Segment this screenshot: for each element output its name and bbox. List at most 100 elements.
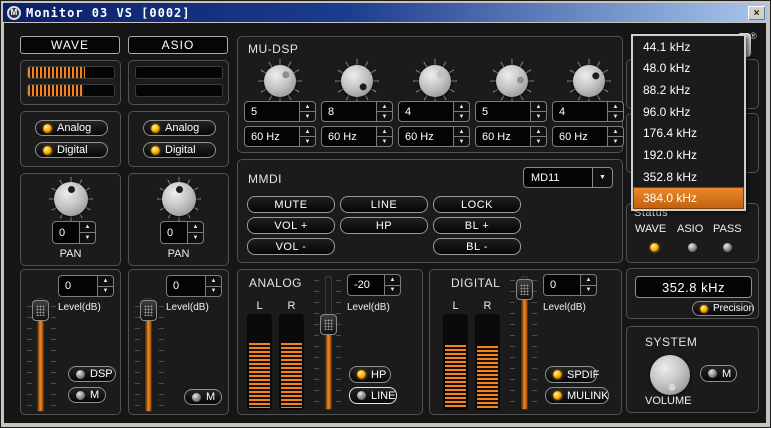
spin-up-button[interactable]: ▲ <box>376 126 393 136</box>
spin-down-button[interactable]: ▼ <box>79 232 96 244</box>
dropdown-arrow-icon[interactable]: ▼ <box>592 167 613 188</box>
mudsp-knob-3[interactable] <box>413 59 457 103</box>
spin-up-button[interactable]: ▲ <box>299 126 316 136</box>
mmdi-panel: MMDI MD11 ▼ MUTE LINE LOCK VOL + HP BL +… <box>237 159 623 263</box>
mmdi-line-button[interactable]: LINE <box>340 196 428 213</box>
mudsp-freq-value-5[interactable]: 60 Hz <box>552 126 607 147</box>
analog-level-value[interactable]: -20 <box>347 274 384 296</box>
spin-up-button[interactable]: ▲ <box>580 274 597 285</box>
mmdi-vol-minus-button[interactable]: VOL - <box>247 238 335 255</box>
samplerate-option[interactable]: 44.1 kHz <box>633 36 744 58</box>
digital-mulink-button[interactable]: MULINK <box>545 387 609 404</box>
asio-mute-label: M <box>206 391 215 403</box>
spin-down-button[interactable]: ▼ <box>530 136 547 147</box>
spin-up-button[interactable]: ▲ <box>299 101 316 111</box>
mmdi-hp-button[interactable]: HP <box>340 217 428 234</box>
asio-level-slider-handle[interactable] <box>140 300 157 321</box>
analog-line-button[interactable]: LINE <box>349 387 397 404</box>
wave-pan-value[interactable]: 0 <box>52 221 79 244</box>
up-arrow-icon: ▲ <box>382 129 388 135</box>
digital-level-value[interactable]: 0 <box>543 274 580 296</box>
mudsp-freq-value-4[interactable]: 60 Hz <box>475 126 530 147</box>
mmdi-mute-button[interactable]: MUTE <box>247 196 335 213</box>
analog-level-slider-handle[interactable] <box>320 314 337 335</box>
mudsp-freq-value-2[interactable]: 60 Hz <box>321 126 376 147</box>
spin-up-button[interactable]: ▲ <box>607 126 624 136</box>
mmdi-bl-minus-button[interactable]: BL - <box>433 238 521 255</box>
wave-level-slider-handle[interactable] <box>32 300 49 321</box>
wave-level-value[interactable]: 0 <box>58 275 97 297</box>
analog-hp-button[interactable]: HP <box>349 366 391 383</box>
close-button[interactable]: × <box>748 6 765 20</box>
mudsp-knob-5[interactable] <box>567 59 611 103</box>
mudsp-freq-value-1[interactable]: 60 Hz <box>244 126 299 147</box>
digital-level-slider-handle[interactable] <box>516 279 533 300</box>
spin-up-button[interactable]: ▲ <box>530 126 547 136</box>
samplerate-option[interactable]: 384.0 kHz <box>633 187 744 209</box>
asio-pan-knob[interactable] <box>157 177 201 221</box>
mmdi-device-value: MD11 <box>523 167 592 188</box>
spin-down-button[interactable]: ▼ <box>299 111 316 122</box>
asio-digital-button[interactable]: Digital <box>143 142 216 158</box>
spin-up-button[interactable]: ▲ <box>97 275 114 286</box>
wave-source-button[interactable]: WAVE <box>20 36 120 54</box>
mudsp-gain-value-5[interactable]: 4 <box>552 101 607 122</box>
mudsp-gain-spinner-3: 4 ▲▼ <box>398 101 470 122</box>
spin-down-button[interactable]: ▼ <box>376 136 393 147</box>
spin-up-button[interactable]: ▲ <box>376 101 393 111</box>
mudsp-knob-2[interactable] <box>335 59 379 103</box>
mudsp-gain-value-4[interactable]: 5 <box>475 101 530 122</box>
wave-dsp-button[interactable]: DSP <box>68 366 116 382</box>
spin-down-button[interactable]: ▼ <box>187 232 204 244</box>
samplerate-option[interactable]: 352.8 kHz <box>633 166 744 188</box>
spin-up-button[interactable]: ▲ <box>384 274 401 285</box>
mudsp-gain-value-2[interactable]: 8 <box>321 101 376 122</box>
spin-down-button[interactable]: ▼ <box>453 111 470 122</box>
asio-level-value[interactable]: 0 <box>166 275 205 297</box>
mmdi-bl-plus-button[interactable]: BL + <box>433 217 521 234</box>
spin-down-button[interactable]: ▼ <box>376 111 393 122</box>
spin-up-button[interactable]: ▲ <box>453 126 470 136</box>
samplerate-option[interactable]: 192.0 kHz <box>633 144 744 166</box>
spin-up-button[interactable]: ▲ <box>187 221 204 232</box>
samplerate-option[interactable]: 96.0 kHz <box>633 101 744 123</box>
samplerate-option[interactable]: 176.4 kHz <box>633 123 744 145</box>
asio-source-button[interactable]: ASIO <box>128 36 228 54</box>
mmdi-device-combobox[interactable]: MD11 ▼ <box>523 167 613 188</box>
spin-down-button[interactable]: ▼ <box>97 286 114 298</box>
precision-button[interactable]: Precision <box>692 301 754 316</box>
spin-up-button[interactable]: ▲ <box>79 221 96 232</box>
asio-analog-button[interactable]: Analog <box>143 120 216 136</box>
spin-up-button[interactable]: ▲ <box>530 101 547 111</box>
samplerate-option[interactable]: 48.0 kHz <box>633 58 744 80</box>
mudsp-knob-4[interactable] <box>490 59 534 103</box>
spin-down-button[interactable]: ▼ <box>607 111 624 122</box>
samplerate-option[interactable]: 88.2 kHz <box>633 79 744 101</box>
mudsp-freq-value-3[interactable]: 60 Hz <box>398 126 453 147</box>
spin-down-button[interactable]: ▼ <box>607 136 624 147</box>
system-volume-knob[interactable] <box>650 355 690 395</box>
mmdi-lock-button[interactable]: LOCK <box>433 196 521 213</box>
spin-down-button[interactable]: ▼ <box>299 136 316 147</box>
spin-up-button[interactable]: ▲ <box>205 275 222 286</box>
asio-pan-value[interactable]: 0 <box>160 221 187 244</box>
mudsp-knob-1[interactable] <box>258 59 302 103</box>
asio-mute-button[interactable]: M <box>184 389 222 405</box>
mudsp-gain-value-3[interactable]: 4 <box>398 101 453 122</box>
spin-down-button[interactable]: ▼ <box>453 136 470 147</box>
mmdi-vol-plus-button[interactable]: VOL + <box>247 217 335 234</box>
wave-mute-button[interactable]: M <box>68 387 106 403</box>
wave-pan-knob[interactable] <box>49 177 93 221</box>
spin-up-button[interactable]: ▲ <box>453 101 470 111</box>
spin-down-button[interactable]: ▼ <box>205 286 222 298</box>
spin-down-button[interactable]: ▼ <box>384 285 401 297</box>
mudsp-gain-value-1[interactable]: 5 <box>244 101 299 122</box>
system-mute-button[interactable]: M <box>700 365 737 382</box>
spin-down-button[interactable]: ▼ <box>580 285 597 297</box>
wave-pan-spinner: 0 ▲ ▼ <box>52 221 96 244</box>
digital-spdif-button[interactable]: SPDIF <box>545 366 597 383</box>
wave-digital-button[interactable]: Digital <box>35 142 108 158</box>
spin-up-button[interactable]: ▲ <box>607 101 624 111</box>
wave-analog-button[interactable]: Analog <box>35 120 108 136</box>
spin-down-button[interactable]: ▼ <box>530 111 547 122</box>
